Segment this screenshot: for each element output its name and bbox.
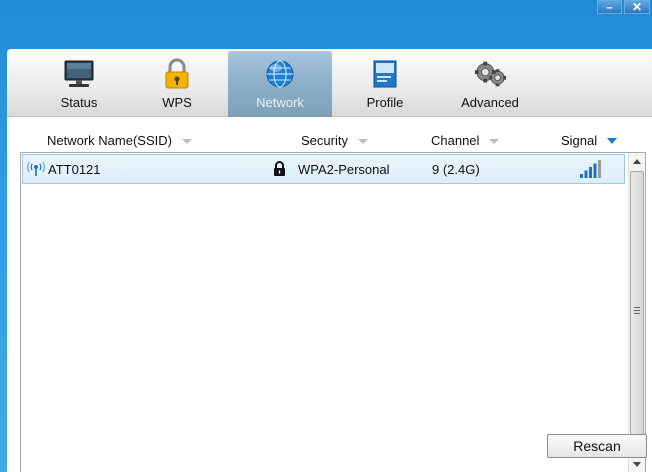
tab-network[interactable]: Network xyxy=(228,51,332,117)
sort-arrow-icon xyxy=(607,138,618,144)
tab-profile-label: Profile xyxy=(366,95,404,110)
tab-advanced[interactable]: Advanced xyxy=(438,51,542,117)
signal-bar xyxy=(598,160,601,178)
column-header-channel[interactable]: Channel xyxy=(431,133,500,148)
gears-icon xyxy=(473,57,507,91)
window-controls: – ✕ xyxy=(597,0,650,14)
tab-network-label: Network xyxy=(256,95,304,110)
scroll-up-arrow-icon[interactable] xyxy=(633,159,641,164)
signal-strength-icon xyxy=(578,160,604,183)
sort-arrow-icon xyxy=(489,138,500,144)
column-header-channel-label: Channel xyxy=(431,133,480,148)
column-header-signal-label: Signal xyxy=(561,133,598,148)
scrollbar-grip-icon xyxy=(634,307,640,314)
signal-bar xyxy=(593,163,597,178)
wifi-antenna-icon xyxy=(26,161,46,180)
profile-icon xyxy=(368,57,402,91)
network-list[interactable]: ATT0121 WPA2-Personal 9 (2.4G) xyxy=(20,152,646,472)
monitor-icon xyxy=(62,57,96,91)
sort-arrow-icon xyxy=(357,138,368,144)
rescan-button[interactable]: Rescan xyxy=(547,434,647,458)
toolbar: Status WPS Network Profile Advanced xyxy=(7,49,652,117)
scrollbar-thumb[interactable] xyxy=(630,171,644,453)
signal-bar xyxy=(584,170,588,178)
column-header-security-label: Security xyxy=(301,133,348,148)
column-header-signal[interactable]: Signal xyxy=(561,133,618,148)
signal-bar xyxy=(580,174,583,178)
scroll-down-arrow-icon[interactable] xyxy=(633,462,641,467)
column-header-security[interactable]: Security xyxy=(301,133,368,148)
close-button[interactable]: ✕ xyxy=(624,0,650,14)
signal-bar xyxy=(589,167,592,178)
network-channel: 9 (2.4G) xyxy=(432,162,480,177)
tab-status[interactable]: Status xyxy=(27,51,131,117)
minimize-button[interactable]: – xyxy=(597,0,622,14)
tab-advanced-label: Advanced xyxy=(461,95,519,110)
network-security: WPA2-Personal xyxy=(298,162,390,177)
lock-icon xyxy=(160,57,194,91)
tab-status-label: Status xyxy=(60,95,98,110)
sort-arrow-icon xyxy=(181,138,192,144)
main-panel: Status WPS Network Profile Advanced Netw… xyxy=(7,49,652,472)
tab-wps[interactable]: WPS xyxy=(125,51,229,117)
lock-icon xyxy=(273,161,286,179)
column-header-ssid[interactable]: Network Name(SSID) xyxy=(47,133,192,148)
globe-icon xyxy=(263,57,297,91)
table-row[interactable]: ATT0121 WPA2-Personal 9 (2.4G) xyxy=(22,154,625,184)
network-ssid: ATT0121 xyxy=(48,162,101,177)
vertical-scrollbar[interactable] xyxy=(628,153,645,472)
tab-profile[interactable]: Profile xyxy=(333,51,437,117)
column-header-ssid-label: Network Name(SSID) xyxy=(47,133,172,148)
tab-wps-label: WPS xyxy=(162,95,192,110)
